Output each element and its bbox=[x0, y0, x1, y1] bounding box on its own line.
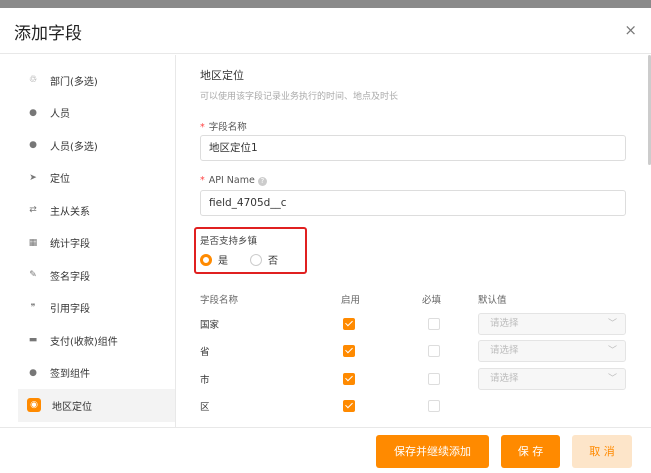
sidebar-item[interactable]: ➤ 定位 bbox=[0, 162, 175, 195]
recycle-icon: ♲ bbox=[28, 75, 38, 86]
sidebar-item[interactable]: ⇄ 主从关系 bbox=[0, 194, 175, 227]
required-asterisk: * bbox=[200, 175, 205, 186]
chevron-down-icon: ﹀ bbox=[607, 374, 617, 384]
quote-icon: ❞ bbox=[30, 302, 36, 313]
chevron-down-icon: ﹀ bbox=[607, 319, 617, 329]
section-title: 地区定位 bbox=[200, 69, 244, 82]
scrollbar[interactable] bbox=[647, 55, 651, 427]
default-value-select[interactable]: 请选择 ﹀ bbox=[478, 340, 626, 362]
sidebar-item[interactable]: ● 人员(多选) bbox=[0, 129, 175, 162]
dialog-header: 添加字段 × bbox=[0, 8, 651, 54]
required-checkbox[interactable] bbox=[428, 345, 440, 357]
field-name-label: * 字段名称 bbox=[200, 122, 247, 133]
payment-icon: ▬ bbox=[28, 335, 38, 346]
required-checkbox[interactable] bbox=[428, 318, 440, 330]
sidebar-item[interactable]: ▦ 统计字段 bbox=[0, 227, 175, 260]
enable-checkbox[interactable] bbox=[343, 345, 355, 357]
row-label: 市 bbox=[200, 375, 210, 386]
required-checkbox[interactable] bbox=[428, 400, 440, 412]
select-placeholder: 请选择 bbox=[490, 373, 519, 384]
col-header-required: 必填 bbox=[422, 295, 442, 306]
field-name-input[interactable]: 地区定位1 bbox=[200, 135, 626, 161]
radio-unchecked-icon bbox=[250, 253, 262, 266]
checkin-icon: ● bbox=[29, 367, 37, 378]
link-icon: ⇄ bbox=[29, 205, 37, 216]
map-pin-icon: ◉ bbox=[27, 398, 41, 413]
col-header-field: 字段名称 bbox=[200, 295, 239, 306]
sidebar-item-label: 签名字段 bbox=[50, 271, 90, 283]
radio-option-yes[interactable]: 是 bbox=[200, 252, 228, 267]
field-config-panel: 地区定位 可以使用该字段记录业务执行的时间、地点及时长 * 字段名称 地区定位1 … bbox=[194, 55, 651, 427]
radio-option-no[interactable]: 否 bbox=[250, 252, 278, 267]
section-description: 可以使用该字段记录业务执行的时间、地点及时长 bbox=[200, 92, 399, 102]
sidebar-item-label: 引用字段 bbox=[50, 304, 90, 316]
sidebar-item[interactable]: ▬ 支付(收款)组件 bbox=[0, 324, 175, 357]
enable-checkbox[interactable] bbox=[343, 373, 355, 385]
support-town-radio-group: 是 否 bbox=[200, 252, 300, 267]
enable-checkbox[interactable] bbox=[343, 400, 355, 412]
chart-icon: ▦ bbox=[28, 237, 38, 248]
save-and-continue-button[interactable]: 保存并继续添加 bbox=[376, 435, 489, 468]
default-value-select[interactable]: 请选择 ﹀ bbox=[478, 313, 626, 335]
api-name-input[interactable]: field_4705d__c bbox=[200, 190, 626, 216]
dialog-title: 添加字段 bbox=[14, 24, 82, 44]
sidebar-item[interactable]: ❞ 引用字段 bbox=[0, 292, 175, 325]
add-field-dialog: 添加字段 × ♲ 部门(多选) ● 人员 ● 人员(多选) ➤ 定位 ⇄ 主从关系 ▦ 统计字段 ✎ 签名… bbox=[0, 8, 651, 473]
row-label: 区 bbox=[200, 402, 210, 413]
select-placeholder: 请选择 bbox=[490, 345, 519, 356]
dialog-footer: 保存并继续添加 保 存 取 消 bbox=[0, 427, 651, 473]
person-icon: ● bbox=[29, 107, 37, 118]
person-icon: ● bbox=[29, 140, 37, 151]
sidebar-item[interactable]: ● 签到组件 bbox=[0, 357, 175, 390]
sidebar-item-label: 主从关系 bbox=[50, 206, 90, 218]
sidebar-item[interactable]: ● 人员 bbox=[0, 97, 175, 130]
sidebar-item-label: 定位 bbox=[50, 174, 70, 186]
help-icon[interactable]: ? bbox=[257, 177, 267, 186]
sidebar-item-label: 地区定位 bbox=[52, 401, 92, 413]
chevron-down-icon: ﹀ bbox=[607, 346, 617, 356]
col-header-default: 默认值 bbox=[478, 295, 507, 306]
required-checkbox[interactable] bbox=[428, 373, 440, 385]
sidebar-item[interactable]: ✎ 签名字段 bbox=[0, 259, 175, 292]
select-placeholder: 请选择 bbox=[490, 318, 519, 329]
support-town-label: 是否支持乡镇 bbox=[200, 236, 258, 247]
sidebar-item-label: 人员 bbox=[50, 109, 70, 121]
cancel-button[interactable]: 取 消 bbox=[572, 435, 632, 468]
location-arrow-icon: ➤ bbox=[29, 172, 37, 183]
signature-icon: ✎ bbox=[29, 270, 37, 281]
radio-checked-icon bbox=[200, 253, 212, 266]
sidebar-item-label: 部门(多选) bbox=[50, 76, 98, 88]
sidebar-item-label: 人员(多选) bbox=[50, 141, 98, 153]
col-header-enable: 启用 bbox=[341, 295, 361, 306]
save-button[interactable]: 保 存 bbox=[501, 435, 560, 468]
row-label: 国家 bbox=[200, 320, 220, 331]
enable-checkbox[interactable] bbox=[343, 318, 355, 330]
api-name-label: * API Name? bbox=[200, 175, 267, 186]
required-asterisk: * bbox=[200, 122, 205, 133]
sidebar-item-label: 支付(收款)组件 bbox=[50, 336, 118, 348]
field-type-sidebar: ♲ 部门(多选) ● 人员 ● 人员(多选) ➤ 定位 ⇄ 主从关系 ▦ 统计字段 ✎ 签名字段 ❞ 引用字段… bbox=[0, 55, 176, 427]
sidebar-item-label: 签到组件 bbox=[50, 369, 90, 381]
row-label: 省 bbox=[200, 347, 210, 358]
default-value-select[interactable]: 请选择 ﹀ bbox=[478, 368, 626, 390]
sidebar-item[interactable]: ♲ 部门(多选) bbox=[0, 64, 175, 97]
close-icon[interactable]: × bbox=[624, 21, 637, 39]
sidebar-item[interactable]: ◉ 地区定位 bbox=[18, 389, 175, 422]
sidebar-item-label: 统计字段 bbox=[50, 239, 90, 251]
